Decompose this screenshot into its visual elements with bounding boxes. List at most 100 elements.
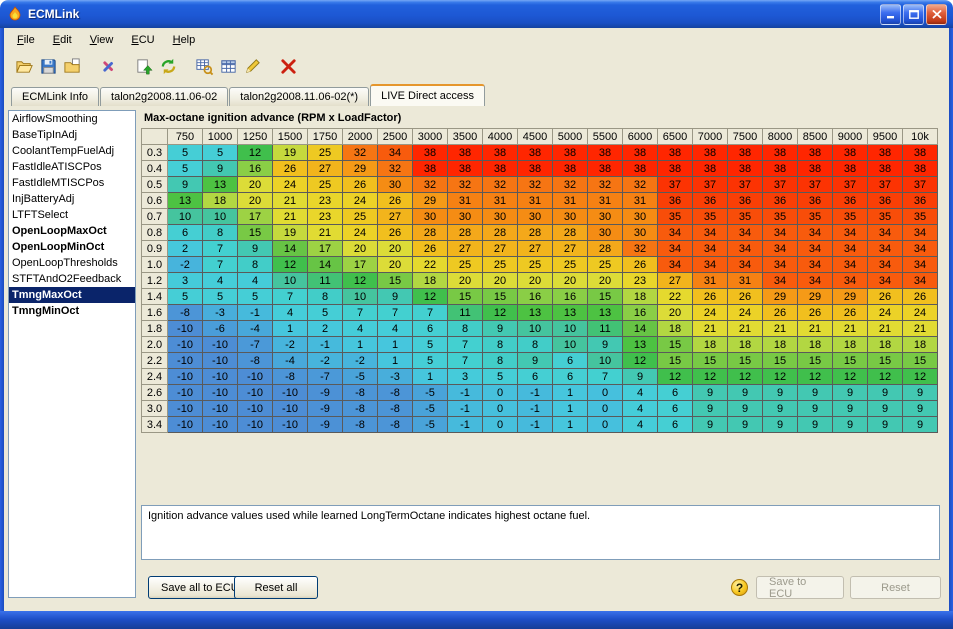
table-search-icon[interactable] xyxy=(192,54,216,78)
advance-cell-1.8-6000[interactable]: 14 xyxy=(623,321,658,337)
advance-cell-0.8-1000[interactable]: 8 xyxy=(203,225,238,241)
advance-cell-3.0-7000[interactable]: 9 xyxy=(693,401,728,417)
advance-cell-3.0-8500[interactable]: 9 xyxy=(798,401,833,417)
advance-cell-1.6-750[interactable]: -8 xyxy=(168,305,203,321)
advance-cell-1.6-2000[interactable]: 7 xyxy=(343,305,378,321)
advance-cell-0.3-8000[interactable]: 38 xyxy=(763,145,798,161)
advance-cell-1.8-9000[interactable]: 21 xyxy=(833,321,868,337)
advance-cell-0.8-3500[interactable]: 28 xyxy=(448,225,483,241)
advance-cell-1.2-9500[interactable]: 34 xyxy=(868,273,903,289)
advance-cell-1.0-3500[interactable]: 25 xyxy=(448,257,483,273)
advance-cell-1.2-8500[interactable]: 34 xyxy=(798,273,833,289)
advance-cell-1.0-8000[interactable]: 34 xyxy=(763,257,798,273)
sidebar-item-stftando2feedback[interactable]: STFTAndO2Feedback xyxy=(9,271,135,287)
advance-cell-1.2-5500[interactable]: 20 xyxy=(588,273,623,289)
advance-cell-1.6-6500[interactable]: 20 xyxy=(658,305,693,321)
advance-cell-1.4-2500[interactable]: 9 xyxy=(378,289,413,305)
advance-cell-1.0-7500[interactable]: 34 xyxy=(728,257,763,273)
advance-cell-3.4-7500[interactable]: 9 xyxy=(728,417,763,433)
advance-cell-1.0-2000[interactable]: 17 xyxy=(343,257,378,273)
advance-cell-1.6-5500[interactable]: 13 xyxy=(588,305,623,321)
advance-cell-2.2-8500[interactable]: 15 xyxy=(798,353,833,369)
tab-talon2g2008-11-06-02-2[interactable]: talon2g2008.11.06-02(*) xyxy=(229,87,369,106)
advance-cell-0.8-5000[interactable]: 28 xyxy=(553,225,588,241)
advance-cell-0.5-4500[interactable]: 32 xyxy=(518,177,553,193)
advance-cell-1.8-2000[interactable]: 4 xyxy=(343,321,378,337)
advance-cell-0.9-3000[interactable]: 26 xyxy=(413,241,448,257)
advance-cell-0.4-750[interactable]: 5 xyxy=(168,161,203,177)
advance-cell-1.2-10k[interactable]: 34 xyxy=(903,273,938,289)
advance-cell-0.6-9500[interactable]: 36 xyxy=(868,193,903,209)
advance-cell-3.0-3500[interactable]: -1 xyxy=(448,401,483,417)
advance-cell-2.6-3500[interactable]: -1 xyxy=(448,385,483,401)
advance-cell-3.0-10k[interactable]: 9 xyxy=(903,401,938,417)
advance-cell-1.2-6000[interactable]: 23 xyxy=(623,273,658,289)
advance-cell-0.5-7500[interactable]: 37 xyxy=(728,177,763,193)
advance-cell-2.4-1250[interactable]: -10 xyxy=(238,369,273,385)
advance-cell-3.4-2000[interactable]: -8 xyxy=(343,417,378,433)
advance-cell-1.8-10k[interactable]: 21 xyxy=(903,321,938,337)
advance-cell-0.5-2000[interactable]: 26 xyxy=(343,177,378,193)
advance-cell-0.4-1250[interactable]: 16 xyxy=(238,161,273,177)
advance-cell-2.0-9000[interactable]: 18 xyxy=(833,337,868,353)
advance-cell-3.4-6000[interactable]: 4 xyxy=(623,417,658,433)
advance-cell-1.4-1500[interactable]: 7 xyxy=(273,289,308,305)
advance-cell-1.6-2500[interactable]: 7 xyxy=(378,305,413,321)
advance-cell-2.0-750[interactable]: -10 xyxy=(168,337,203,353)
advance-cell-1.6-7000[interactable]: 24 xyxy=(693,305,728,321)
advance-cell-0.6-1250[interactable]: 20 xyxy=(238,193,273,209)
advance-cell-2.6-8000[interactable]: 9 xyxy=(763,385,798,401)
advance-cell-0.7-1750[interactable]: 23 xyxy=(308,209,343,225)
advance-cell-1.8-4000[interactable]: 9 xyxy=(483,321,518,337)
advance-cell-0.7-6500[interactable]: 35 xyxy=(658,209,693,225)
advance-cell-0.6-5500[interactable]: 31 xyxy=(588,193,623,209)
advance-cell-0.6-8500[interactable]: 36 xyxy=(798,193,833,209)
advance-cell-1.2-1250[interactable]: 4 xyxy=(238,273,273,289)
advance-cell-2.4-5000[interactable]: 6 xyxy=(553,369,588,385)
advance-cell-2.4-8500[interactable]: 12 xyxy=(798,369,833,385)
advance-cell-1.2-4000[interactable]: 20 xyxy=(483,273,518,289)
advance-cell-2.4-2500[interactable]: -3 xyxy=(378,369,413,385)
advance-cell-0.8-4000[interactable]: 28 xyxy=(483,225,518,241)
advance-cell-2.6-1000[interactable]: -10 xyxy=(203,385,238,401)
advance-cell-1.0-6500[interactable]: 34 xyxy=(658,257,693,273)
sidebar-item-tmngmaxoct[interactable]: TmngMaxOct xyxy=(9,287,135,303)
advance-cell-0.9-2500[interactable]: 20 xyxy=(378,241,413,257)
advance-cell-3.0-2500[interactable]: -8 xyxy=(378,401,413,417)
advance-cell-3.4-4500[interactable]: -1 xyxy=(518,417,553,433)
advance-cell-0.3-4500[interactable]: 38 xyxy=(518,145,553,161)
tab-ecmlink-info[interactable]: ECMLink Info xyxy=(11,87,99,106)
advance-cell-3.0-1500[interactable]: -10 xyxy=(273,401,308,417)
advance-cell-2.2-5000[interactable]: 6 xyxy=(553,353,588,369)
advance-cell-0.5-7000[interactable]: 37 xyxy=(693,177,728,193)
advance-cell-2.0-6000[interactable]: 13 xyxy=(623,337,658,353)
advance-cell-0.5-8500[interactable]: 37 xyxy=(798,177,833,193)
advance-cell-0.7-5000[interactable]: 30 xyxy=(553,209,588,225)
advance-cell-2.0-4000[interactable]: 8 xyxy=(483,337,518,353)
advance-cell-1.8-6500[interactable]: 18 xyxy=(658,321,693,337)
advance-cell-1.4-7000[interactable]: 26 xyxy=(693,289,728,305)
advance-cell-3.4-4000[interactable]: 0 xyxy=(483,417,518,433)
advance-cell-0.4-4000[interactable]: 38 xyxy=(483,161,518,177)
advance-cell-0.6-5000[interactable]: 31 xyxy=(553,193,588,209)
advance-cell-2.0-8000[interactable]: 18 xyxy=(763,337,798,353)
advance-cell-3.0-5000[interactable]: 1 xyxy=(553,401,588,417)
advance-cell-2.2-10k[interactable]: 15 xyxy=(903,353,938,369)
advance-cell-1.8-5500[interactable]: 11 xyxy=(588,321,623,337)
advance-cell-1.8-9500[interactable]: 21 xyxy=(868,321,903,337)
advance-cell-0.3-1000[interactable]: 5 xyxy=(203,145,238,161)
advance-cell-2.0-6500[interactable]: 15 xyxy=(658,337,693,353)
advance-cell-2.2-6500[interactable]: 15 xyxy=(658,353,693,369)
advance-cell-1.0-1500[interactable]: 12 xyxy=(273,257,308,273)
advance-cell-2.6-10k[interactable]: 9 xyxy=(903,385,938,401)
advance-cell-0.9-1000[interactable]: 7 xyxy=(203,241,238,257)
advance-cell-0.9-3500[interactable]: 27 xyxy=(448,241,483,257)
advance-cell-1.2-7000[interactable]: 31 xyxy=(693,273,728,289)
advance-cell-1.4-1000[interactable]: 5 xyxy=(203,289,238,305)
advance-cell-0.8-1500[interactable]: 19 xyxy=(273,225,308,241)
advance-cell-0.5-1000[interactable]: 13 xyxy=(203,177,238,193)
advance-cell-3.4-9000[interactable]: 9 xyxy=(833,417,868,433)
sidebar-item-openloopminoct[interactable]: OpenLoopMinOct xyxy=(9,239,135,255)
advance-cell-0.7-1250[interactable]: 17 xyxy=(238,209,273,225)
advance-cell-2.4-1750[interactable]: -7 xyxy=(308,369,343,385)
